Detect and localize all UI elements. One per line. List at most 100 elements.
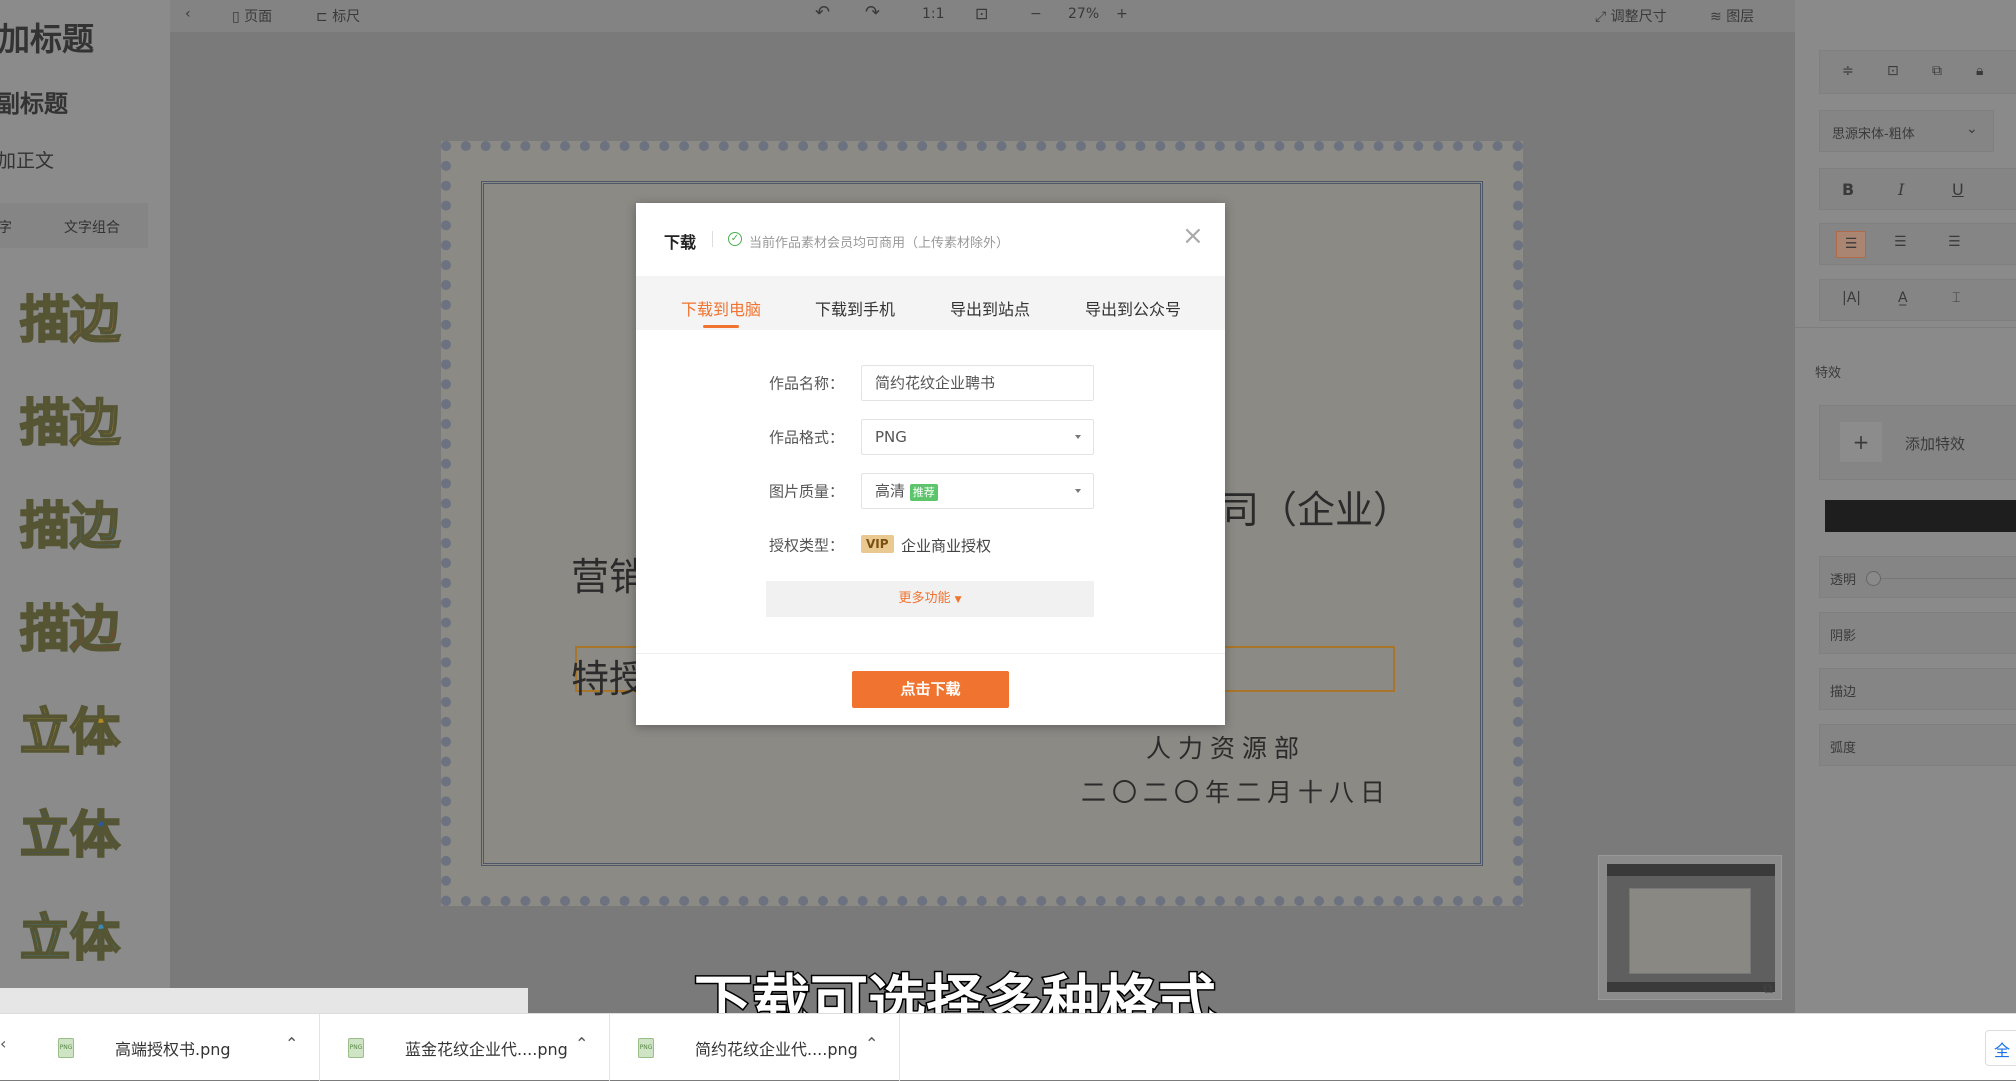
undo-icon[interactable]: ↶ [815,2,830,23]
right-properties-panel: ≑ ⊡ ⧉ 🔒︎ 思源宋体-粗体 ⌄ B I U ☰ ☰ ☰ |A| A̲ ⌶ … [1795,0,2016,1013]
align-left-icon[interactable]: ☰ [1836,231,1866,258]
redo-icon[interactable]: ↷ [865,2,880,23]
certificate-company-text[interactable]: 司（企业） [1221,479,1411,534]
page-icon: ▯ [232,9,240,25]
download-filename: 简约花纹企业代....png [695,1040,858,1059]
line-spacing-icon[interactable]: A̲ [1898,290,1908,306]
opacity-slider-handle[interactable] [1866,571,1881,586]
show-all-button[interactable]: 全 [1985,1030,2016,1066]
download-item[interactable]: PNG 高端授权书.png ⌃ [30,1014,320,1081]
vertical-align-icon[interactable]: ⌶ [1952,290,1960,306]
layer-order-icon[interactable]: ≑ [1842,63,1854,79]
quality-select[interactable]: 高清 推荐 [861,473,1094,509]
tab-export-to-wechat[interactable]: 导出到公众号 [1085,296,1181,320]
letter-spacing-icon[interactable]: |A| [1842,290,1861,306]
check-icon: ✓ [728,232,742,246]
browser-download-bar: ‹ PNG 高端授权书.png ⌃ PNG 蓝金花纹企业代....png ⌃ PNG 简约花纹… [0,1013,2016,1081]
left-text-panel: 加标题 副标题 加正文 字 文字组合 描边 描边 描边 描边 立体 立体 立体 [0,0,170,1013]
license-label: 授权类型： [768,536,844,555]
caret-down-icon [1075,489,1081,493]
divider [712,231,713,247]
add-effect-button[interactable]: + 添加特效 [1819,405,2016,480]
opacity-slider-track[interactable] [1872,578,2016,579]
top-toolbar: ‹ ▯ 页面 ⊏ 标尺 ↶ ↷ 1:1 ⊡ − 27% + ⤢ 调整尺寸 ≋ 图… [0,0,2016,32]
add-subtitle-button[interactable]: 副标题 [0,84,68,119]
png-file-icon: PNG [348,1038,364,1058]
format-value: PNG [875,428,907,446]
dialog-notice: 当前作品素材会员均可商用（上传素材除外） [749,236,1010,251]
align-tools: ☰ ☰ ☰ [1819,223,2016,265]
ratio-button[interactable]: 1:1 [922,6,945,22]
opacity-label: 透明 [1830,573,1857,588]
resize-icon: ⤢ [1595,9,1607,25]
text-style-sticker[interactable]: 立体 [19,795,121,867]
chevron-up-icon[interactable]: ⌃ [865,1034,878,1053]
tab-download-to-pc[interactable]: 下载到电脑 [681,296,761,320]
add-effect-label: 添加特效 [1905,435,1966,453]
chevron-up-icon[interactable]: ⌃ [575,1034,588,1053]
bold-button[interactable]: B [1842,180,1854,199]
download-item[interactable]: PNG 简约花纹企业代....png ⌃ [610,1014,900,1081]
effects-label: 特效 [1815,366,1842,381]
back-button[interactable]: ‹ [185,6,191,22]
text-style-sticker[interactable]: 描边 [19,383,121,455]
page-button[interactable]: ▯ 页面 [232,6,272,26]
certificate-date[interactable]: 二〇二〇年二月十八日 [1081,773,1391,809]
group-icon[interactable]: ⊡ [1887,63,1899,79]
fit-icon[interactable]: ⊡ [975,4,988,23]
more-functions-label: 更多功能 [898,591,951,606]
download-item[interactable]: PNG 蓝金花纹企业代....png ⌃ [320,1014,610,1081]
resize-button[interactable]: ⤢ 调整尺寸 [1595,6,1667,26]
download-filename: 高端授权书.png [115,1040,231,1059]
dialog-title: 下载 [664,233,697,252]
text-style-sticker[interactable]: 立体 [19,692,121,764]
format-label: 作品格式： [768,428,844,447]
tab-export-to-site[interactable]: 导出到站点 [950,296,1030,320]
chevron-up-icon[interactable]: ⌃ [285,1034,298,1053]
more-functions-button[interactable]: 更多功能 ▼ [766,581,1094,617]
ruler-button[interactable]: ⊏ 标尺 [316,6,360,26]
lock-icon[interactable]: 🔒︎ [1976,63,1983,79]
arrange-tools: ≑ ⊡ ⧉ 🔒︎ [1819,50,2016,94]
certificate-department[interactable]: 人力资源部 [1146,729,1306,765]
recommended-badge: 推荐 [909,484,938,501]
quality-label: 图片质量： [768,482,844,501]
format-select[interactable]: PNG [861,419,1094,455]
color-swatch[interactable] [1825,500,2016,532]
close-icon[interactable]: × [1182,221,1204,251]
layers-button[interactable]: ≋ 图层 [1710,6,1754,26]
zoom-in-button[interactable]: + [1116,6,1128,22]
download-button[interactable]: 点击下载 [852,671,1009,708]
caret-down-icon [1075,435,1081,439]
name-input[interactable]: 简约花纹企业聘书 [861,365,1094,401]
chevron-down-icon: ⌄ [1966,121,1978,137]
text-style-sticker[interactable]: 描边 [19,486,121,558]
add-title-button[interactable]: 加标题 [0,14,94,60]
opacity-row: 透明 [1819,556,2016,598]
align-right-icon[interactable]: ☰ [1948,234,1961,250]
name-label: 作品名称： [768,374,844,393]
dialog-tabs: 下载到电脑 下载到手机 导出到站点 导出到公众号 [636,276,1225,330]
add-body-button[interactable]: 加正文 [0,146,54,173]
style-tools: B I U [1819,168,2016,210]
curve-row[interactable]: 弧度 [1819,724,2016,766]
scroll-left-icon[interactable]: ‹ [0,1034,6,1053]
tab-download-to-phone[interactable]: 下载到手机 [815,296,895,320]
copy-icon[interactable]: ⧉ [1932,63,1942,79]
underline-button[interactable]: U [1952,180,1964,199]
ruler-icon: ⊏ [316,9,328,25]
tab-text-combo[interactable]: 文字组合 [64,217,120,237]
tab-text[interactable]: 字 [0,217,12,237]
text-style-sticker[interactable]: 描边 [19,589,121,661]
align-center-icon[interactable]: ☰ [1894,234,1907,250]
shadow-row[interactable]: 阴影 [1819,612,2016,654]
layers-icon: ≋ [1710,9,1722,25]
italic-button[interactable]: I [1898,180,1904,199]
text-style-sticker[interactable]: 描边 [19,280,121,352]
license-value: 企业商业授权 [901,537,992,555]
stroke-row[interactable]: 描边 [1819,668,2016,710]
zoom-out-button[interactable]: − [1030,6,1042,22]
font-select[interactable]: 思源宋体-粗体 ⌄ [1819,110,1994,152]
shadow-label: 阴影 [1830,629,1857,644]
caret-down-icon: ▼ [954,595,962,605]
